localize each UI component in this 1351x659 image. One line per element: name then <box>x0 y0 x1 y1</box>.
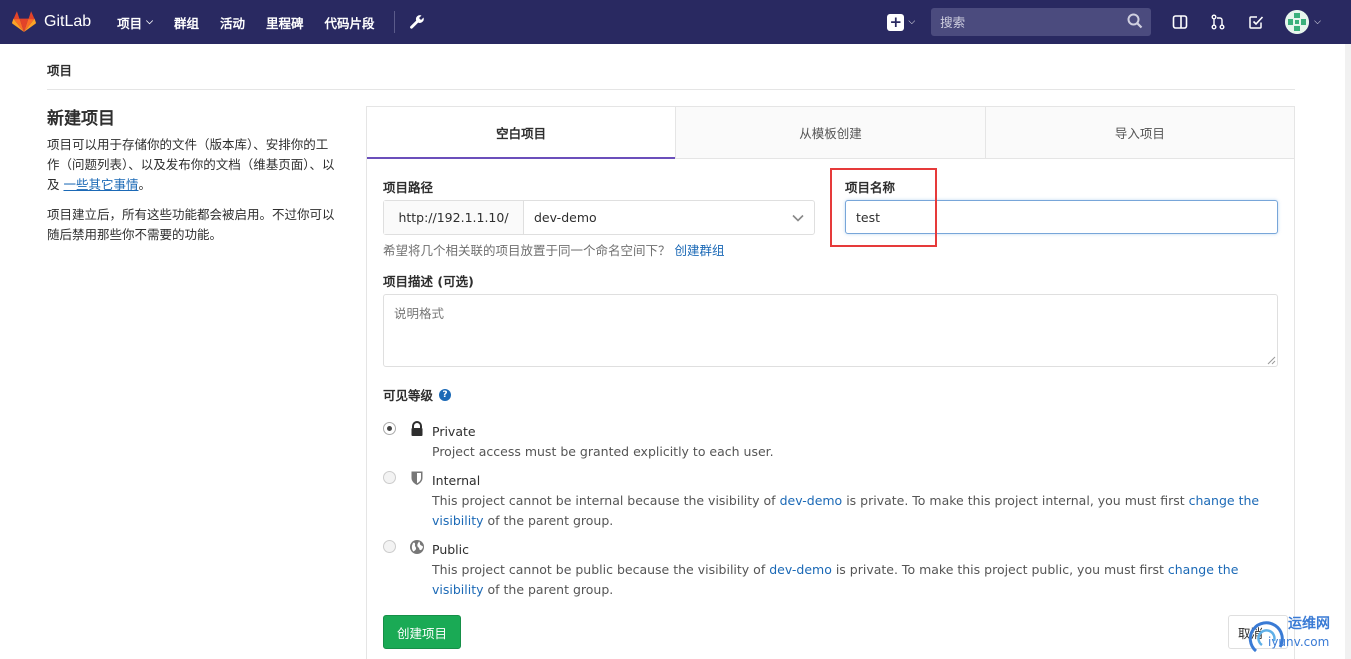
search-icon[interactable] <box>1127 13 1143 29</box>
watermark-title: 运维网 <box>1288 616 1330 632</box>
visibility-private-radio[interactable] <box>383 422 396 435</box>
question-circle-icon[interactable]: ? <box>439 388 452 401</box>
dev-demo-link[interactable]: dev-demo <box>769 562 832 577</box>
nav-groups[interactable]: 群组 <box>174 13 199 32</box>
project-description-textarea[interactable] <box>383 294 1278 367</box>
tab-import-project[interactable]: 导入项目 <box>984 107 1294 158</box>
globe-icon <box>410 540 424 554</box>
search-input[interactable] <box>931 8 1152 36</box>
chevron-down-icon: ⌵ <box>1314 17 1321 27</box>
tab-blank-project[interactable]: 空白项目 <box>367 107 676 159</box>
project-description-label: 项目描述 (可选) <box>383 274 474 289</box>
resize-grip-icon[interactable] <box>1266 355 1276 365</box>
nav-projects-label: 项目 <box>117 15 143 31</box>
public-desc-text-1: This project cannot be public because th… <box>432 562 770 577</box>
avatar <box>1285 10 1310 34</box>
tab-from-template[interactable]: 从模板创建 <box>675 107 985 158</box>
namespace-value: dev-demo <box>534 210 597 225</box>
namespace-hint-text: 希望将几个相关联的项目放置于同一个命名空间下？ <box>383 243 671 258</box>
watermark-logo-icon <box>1248 621 1284 653</box>
visibility-public-radio[interactable] <box>383 540 396 553</box>
new-dropdown-button[interactable]: + ⌵ <box>887 13 916 31</box>
nav-activity[interactable]: 活动 <box>220 13 245 32</box>
create-project-button[interactable]: 创建项目 <box>383 615 461 649</box>
brand-name: GitLab <box>44 13 92 30</box>
sidebar-toggle-icon[interactable] <box>1171 13 1189 31</box>
internal-desc-text-1: This project cannot be internal because … <box>432 493 780 508</box>
page-title: 新建项目 <box>47 109 115 129</box>
sidebar-description-end: 。 <box>138 177 152 192</box>
sidebar-description: 项目可以用于存储你的文件（版本库）、安排你的工作（问题列表）、以及发布你的文档（… <box>47 135 337 195</box>
chevron-down-icon: ⌵ <box>908 17 916 27</box>
visibility-internal-description: This project cannot be internal because … <box>432 491 1282 531</box>
nav-projects[interactable]: 项目 ⌵ <box>117 13 153 32</box>
nav-separator <box>393 11 395 33</box>
wrench-icon[interactable] <box>409 14 425 30</box>
page-scrollbar[interactable] <box>1345 44 1351 659</box>
plus-square-icon: + <box>887 13 905 31</box>
todo-check-icon[interactable] <box>1247 13 1265 31</box>
create-group-link[interactable]: 创建群组 <box>675 243 725 258</box>
public-desc-text-3: of the parent group. <box>483 582 614 597</box>
more-features-link[interactable]: 一些其它事情 <box>63 177 138 192</box>
project-path-label: 项目路径 <box>383 180 434 195</box>
visibility-title-text: 可见等级 <box>383 388 434 403</box>
visibility-public-description: This project cannot be public because th… <box>432 560 1282 600</box>
watermark-url: iyunv.com <box>1268 635 1330 649</box>
visibility-private-label[interactable]: Private <box>432 424 476 439</box>
highlight-annotation-box <box>830 168 937 247</box>
dev-demo-link[interactable]: dev-demo <box>780 493 843 508</box>
top-navbar: GitLab 项目 ⌵ 群组 活动 里程碑 代码片段 + ⌵ 搜索 ⌵ <box>0 0 1351 44</box>
search-box <box>931 8 1152 36</box>
internal-desc-text-3: of the parent group. <box>483 513 614 528</box>
nav-snippets[interactable]: 代码片段 <box>325 13 375 32</box>
public-desc-text-2: is private. To make this project public,… <box>831 562 1168 577</box>
visibility-internal-label[interactable]: Internal <box>432 473 480 488</box>
brand[interactable]: GitLab <box>12 11 91 33</box>
namespace-hint: 希望将几个相关联的项目放置于同一个命名空间下？ 创建群组 <box>383 240 725 259</box>
watermark: 运维网 iyunv.com <box>1246 611 1346 657</box>
nav-right: + ⌵ ⌵ <box>887 0 1351 44</box>
breadcrumb-divider <box>47 89 1295 90</box>
lock-icon <box>411 421 423 436</box>
chevron-down-icon <box>792 214 804 222</box>
nav-milestones[interactable]: 里程碑 <box>266 13 304 32</box>
merge-request-icon[interactable] <box>1209 13 1227 31</box>
path-prefix: http://192.1.1.10/ <box>384 201 524 234</box>
user-menu[interactable]: ⌵ <box>1285 10 1321 34</box>
chevron-down-icon: ⌵ <box>146 17 153 27</box>
internal-desc-text-2: is private. To make this project interna… <box>842 493 1189 508</box>
visibility-title: 可见等级 ? <box>383 385 452 404</box>
project-path-group: http://192.1.1.10/ dev-demo <box>383 200 815 235</box>
breadcrumb[interactable]: 项目 <box>47 60 72 79</box>
visibility-public-label[interactable]: Public <box>432 542 469 557</box>
namespace-select[interactable]: dev-demo <box>524 201 814 234</box>
tabs: 空白项目 从模板创建 导入项目 <box>367 107 1294 159</box>
sidebar-note: 项目建立后，所有这些功能都会被启用。不过你可以随后禁用那些你不需要的功能。 <box>47 207 335 242</box>
visibility-private-description: Project access must be granted explicitl… <box>432 444 774 459</box>
shield-icon <box>411 471 423 485</box>
nav-links: 项目 ⌵ 群组 活动 里程碑 代码片段 <box>117 13 395 32</box>
gitlab-logo-icon <box>12 11 36 32</box>
visibility-internal-radio[interactable] <box>383 471 396 484</box>
